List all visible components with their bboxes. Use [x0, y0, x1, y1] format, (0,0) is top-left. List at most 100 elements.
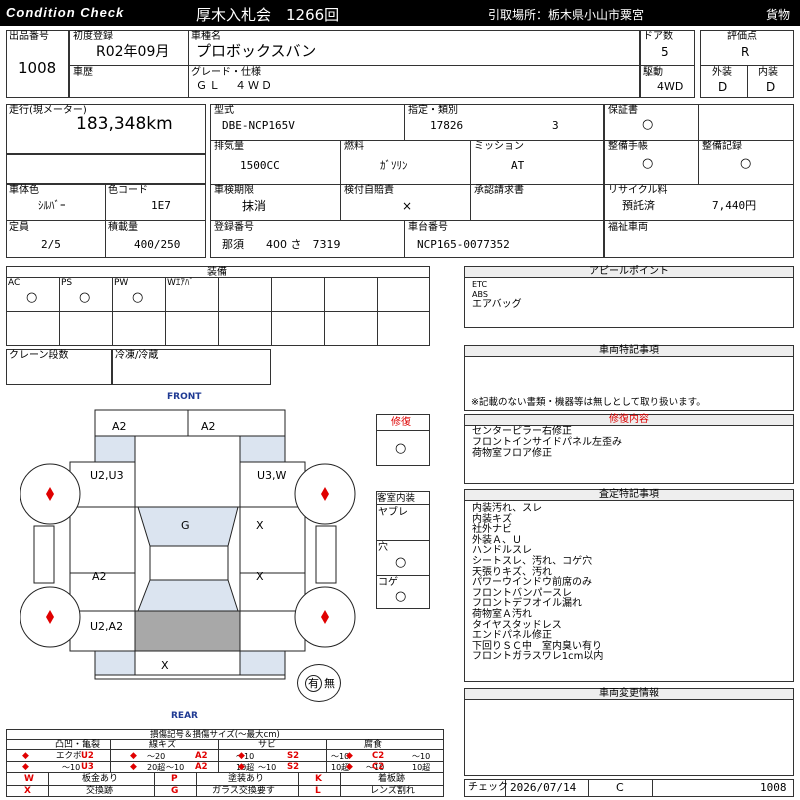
check-code: C: [616, 781, 624, 794]
interior-label: 内装: [758, 67, 778, 78]
mileage-blank: [6, 154, 206, 184]
inspector-line-1: 内装汚れ、スレ: [472, 503, 543, 514]
equip-ps-label: PS: [61, 278, 73, 288]
legend-g1-size2b: 20超: [147, 763, 166, 772]
inspector-section: 査定特記事項 内装汚れ、スレ 内装キズ 社外ナビ 外装Ａ、Ｕ ハンドルスレ シー…: [464, 489, 794, 682]
changes-section: 車両変更情報: [464, 688, 794, 776]
condition-check-title: Condition Check: [6, 5, 125, 20]
legend-red-diamond: ◆: [346, 751, 353, 761]
equip-airbag-label: Wｴｱﾊﾞ: [167, 278, 194, 288]
history-label: 車歴: [73, 67, 93, 78]
car-diagram: [20, 409, 356, 680]
legend-code-k: K: [315, 774, 322, 784]
appeal-title: アピールポイント: [465, 267, 793, 278]
check-label: チェック: [468, 782, 508, 793]
repair-box-label: 修復: [391, 417, 411, 428]
drive-label: 駆動: [643, 67, 663, 78]
tax-value: ×: [402, 199, 413, 213]
legend-group-4-title: 腐食: [364, 740, 383, 750]
car-name-value: プロボックスバン: [196, 42, 317, 60]
legend-code-w-desc: 板金あり: [82, 774, 119, 784]
ari-nashi-text-nashi: 無: [324, 677, 335, 690]
inspection-label: 車検期限: [214, 185, 254, 196]
legend-red-diamond: ◆: [238, 751, 245, 761]
main-box-1: [69, 30, 640, 98]
check-number: 1008: [760, 781, 787, 794]
cabin-item-1: ヤブレ: [378, 507, 408, 518]
recycle-status: 預託済: [622, 199, 655, 212]
vehicle-class: 貨物: [766, 8, 791, 22]
appeal-line-1: ETC: [472, 280, 488, 289]
crane-label: クレーン段数: [9, 350, 69, 361]
legend-code-p-desc: 塗装あり: [228, 774, 265, 784]
load-label: 積載量: [108, 222, 138, 233]
cabin-item-2: 穴: [378, 542, 388, 553]
special-title: 車両特記事項: [465, 346, 793, 357]
chassis-value: NCP165-0077352: [417, 238, 510, 251]
service-book-mark: ○: [642, 156, 654, 171]
front-label: FRONT: [167, 392, 202, 402]
changes-title: 車両変更情報: [465, 689, 793, 700]
doors-label: ドア数: [643, 31, 673, 42]
mileage-value: 183,348km: [76, 114, 173, 134]
warranty-mark: ○: [642, 117, 654, 132]
transmission-label: ミッション: [474, 141, 524, 152]
welfare-label: 福祉車両: [608, 222, 648, 233]
car-name-label: 車種名: [191, 31, 221, 42]
score-label: 評価点: [727, 31, 757, 42]
exterior-label: 外装: [712, 67, 732, 78]
inspector-line-15: フロントガラスワレ1cm以内: [472, 651, 604, 663]
ari-nashi-text-ari: 有: [308, 677, 319, 690]
legend-red-diamond: ◆: [22, 751, 29, 761]
grade-label: グレード・仕様: [191, 67, 261, 78]
equip-pw-mark: ○: [132, 290, 144, 305]
legend-code-l: L: [315, 786, 321, 796]
color-label: 車体色: [9, 185, 39, 196]
equip-ps-mark: ○: [79, 290, 91, 305]
legend-red-diamond: ◆: [130, 751, 137, 761]
color-code-label: 色コード: [108, 185, 148, 196]
capacity-label: 定員: [9, 222, 29, 233]
reg-no-label: 登録番号: [214, 222, 254, 233]
transmission-value: AT: [511, 159, 525, 172]
reg-no-value: 那須 400 さ 7319: [222, 238, 341, 251]
legend-g1-code2: U2: [81, 751, 94, 761]
rear-label: REAR: [171, 711, 198, 721]
recycle-label: リサイクル料: [608, 185, 668, 196]
equip-pw-label: PW: [114, 278, 129, 288]
right-spec-grid: [604, 104, 794, 258]
repair-box-mark: ○: [395, 441, 407, 456]
service-book-label: 整備手帳: [608, 141, 648, 152]
lot-label: 出品番号: [9, 31, 49, 42]
inspector-title: 査定特記事項: [465, 490, 793, 501]
doors-value: 5: [661, 45, 669, 59]
legend-g1-code2b: U3: [81, 762, 94, 772]
service-record-label: 整備記録: [702, 141, 742, 152]
mark-fender-right: U3,W: [257, 469, 287, 482]
refrig-label: 冷凍/冷蔵: [115, 350, 159, 361]
special-section: 車両特記事項 ※記載のない書類・機器等は無しとして取り扱います。: [464, 345, 794, 411]
legend-g1-size1b: ～10: [62, 763, 81, 772]
cabin-label: 客室内装: [377, 493, 416, 504]
auction-title: 厚木入札会 1266回: [196, 6, 340, 24]
legend-group-2-title: 線キズ: [149, 740, 177, 750]
legend-group-3-title: サビ: [258, 740, 277, 750]
service-record-mark: ○: [740, 156, 752, 171]
approval-label: 承認請求書: [474, 185, 524, 196]
appeal-line-3: エアバッグ: [472, 299, 522, 310]
cabin-item-3-mark: ○: [395, 589, 407, 604]
legend-g2-code1: A2: [195, 751, 208, 761]
mark-door-front-right: X: [256, 519, 264, 532]
legend-g4-size1: ～10: [412, 752, 431, 761]
recycle-amount: 7,440円: [712, 199, 757, 212]
mark-quarter-left: U2,A2: [90, 620, 124, 633]
inspection-value: 抹消: [242, 199, 267, 213]
model-value: DBE-NCP165V: [222, 119, 295, 132]
legend-g4-code2b: C2: [372, 762, 385, 772]
legend-code-x-desc: 交換跡: [86, 786, 114, 796]
drive-value: 4WD: [657, 80, 684, 93]
mark-rear-bumper: X: [161, 659, 169, 672]
legend-g3-size1b: ～10: [258, 763, 277, 772]
grade-value: ＧＬ ４ＷＤ: [196, 79, 274, 92]
inspector-line-11: 荷物室Ａ汚れ: [472, 609, 532, 620]
